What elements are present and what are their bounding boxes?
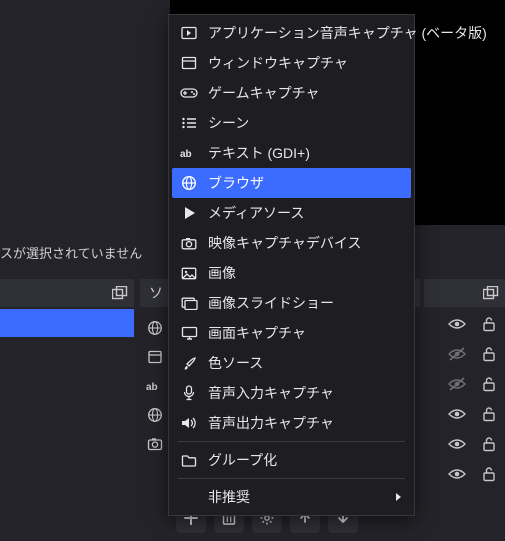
menu-item-image[interactable]: 画像	[172, 258, 411, 288]
menu-item-video-capture-device[interactable]: 映像キャプチャデバイス	[172, 228, 411, 258]
source-row-controls	[447, 314, 499, 484]
menu-item-media-source[interactable]: メディアソース	[172, 198, 411, 228]
menu-item-window-capture[interactable]: ウィンドウキャプチャ	[172, 48, 411, 78]
menu-item-audio-input-capture[interactable]: 音声入力キャプチャ	[172, 378, 411, 408]
source-controls-row	[447, 404, 499, 424]
scene-item-selected[interactable]	[0, 309, 134, 337]
menu-item-label: アプリケーション音声キャプチャ (ベータ版)	[208, 23, 487, 43]
source-controls-row	[447, 434, 499, 454]
window-icon	[145, 347, 165, 367]
globe-icon	[145, 405, 165, 425]
eye-open-icon[interactable]	[447, 434, 467, 454]
menu-item-label: 画像	[208, 263, 236, 283]
globe-icon	[180, 174, 198, 192]
brush-icon	[180, 354, 198, 372]
menu-item-label: ウィンドウキャプチャ	[208, 53, 348, 73]
gamepad-icon	[180, 84, 198, 102]
menu-item-text-gdi[interactable]: ab テキスト (GDI+)	[172, 138, 411, 168]
source-controls-row	[447, 374, 499, 394]
dock-popout-icon[interactable]	[483, 286, 499, 300]
chevron-right-icon	[395, 492, 403, 502]
lock-unlocked-icon[interactable]	[479, 464, 499, 484]
menu-item-label: 音声入力キャプチャ	[208, 383, 334, 403]
menu-item-label: メディアソース	[208, 203, 304, 223]
menu-item-app-audio-capture[interactable]: アプリケーション音声キャプチャ (ベータ版)	[172, 18, 411, 48]
menu-separator	[178, 441, 405, 442]
eye-hidden-icon[interactable]	[447, 344, 467, 364]
no-source-selected-text: スが選択されていません	[0, 243, 170, 262]
window-icon	[180, 54, 198, 72]
menu-item-color-source[interactable]: 色ソース	[172, 348, 411, 378]
camera-icon	[145, 434, 165, 454]
ab-icon: ab	[180, 144, 198, 162]
lock-unlocked-icon[interactable]	[479, 434, 499, 454]
menu-item-label: テキスト (GDI+)	[208, 143, 310, 163]
svg-text:ab: ab	[180, 149, 192, 160]
eye-open-icon[interactable]	[447, 404, 467, 424]
monitor-icon	[180, 324, 198, 342]
menu-item-label: 非推奨	[208, 487, 250, 507]
globe-icon	[145, 318, 165, 338]
mixer-panel-header	[424, 279, 505, 307]
scenes-panel-header	[0, 279, 134, 307]
speaker-icon	[180, 414, 198, 432]
menu-item-audio-output-capture[interactable]: 音声出力キャプチャ	[172, 408, 411, 438]
folder-icon	[180, 451, 198, 469]
lock-unlocked-icon[interactable]	[479, 314, 499, 334]
menu-item-label: シーン	[208, 113, 249, 133]
source-controls-row	[447, 464, 499, 484]
camera-icon	[180, 234, 198, 252]
menu-item-deprecated[interactable]: 非推奨	[172, 482, 411, 512]
menu-item-image-slideshow[interactable]: 画像スライドショー	[172, 288, 411, 318]
lock-unlocked-icon[interactable]	[479, 374, 499, 394]
menu-item-scene[interactable]: シーン	[172, 108, 411, 138]
source-type-icons: ab	[145, 318, 165, 454]
menu-item-browser[interactable]: ブラウザ	[172, 168, 411, 198]
eye-hidden-icon[interactable]	[447, 374, 467, 394]
menu-item-label: ブラウザ	[208, 173, 264, 193]
source-controls-row	[447, 314, 499, 334]
menu-item-label: 音声出力キャプチャ	[208, 413, 334, 433]
mic-icon	[180, 384, 198, 402]
preview-left-mask	[0, 0, 170, 225]
eye-open-icon[interactable]	[447, 314, 467, 334]
dock-popout-icon[interactable]	[112, 286, 128, 300]
menu-item-label: 画像スライドショー	[208, 293, 334, 313]
menu-item-label: グループ化	[208, 450, 277, 470]
menu-item-group[interactable]: グループ化	[172, 445, 411, 475]
eye-open-icon[interactable]	[447, 464, 467, 484]
menu-item-display-capture[interactable]: 画面キャプチャ	[172, 318, 411, 348]
menu-item-label: ゲームキャプチャ	[208, 83, 319, 103]
source-controls-row	[447, 344, 499, 364]
menu-item-game-capture[interactable]: ゲームキャプチャ	[172, 78, 411, 108]
menu-item-label: 映像キャプチャデバイス	[208, 233, 361, 253]
play-icon	[180, 204, 198, 222]
list-icon	[180, 114, 198, 132]
menu-item-label: 色ソース	[208, 353, 263, 373]
menu-item-label: 画面キャプチャ	[208, 323, 306, 343]
slideshow-icon	[180, 294, 198, 312]
sources-panel-title: ソ	[149, 283, 163, 303]
svg-text:ab: ab	[146, 382, 158, 393]
ab-icon: ab	[145, 376, 165, 396]
lock-unlocked-icon[interactable]	[479, 344, 499, 364]
menu-separator	[178, 478, 405, 479]
add-source-context-menu: アプリケーション音声キャプチャ (ベータ版) ウィンドウキャプチャ ゲームキャプ…	[168, 14, 415, 516]
image-icon	[180, 264, 198, 282]
app-audio-icon	[180, 24, 198, 42]
lock-unlocked-icon[interactable]	[479, 404, 499, 424]
